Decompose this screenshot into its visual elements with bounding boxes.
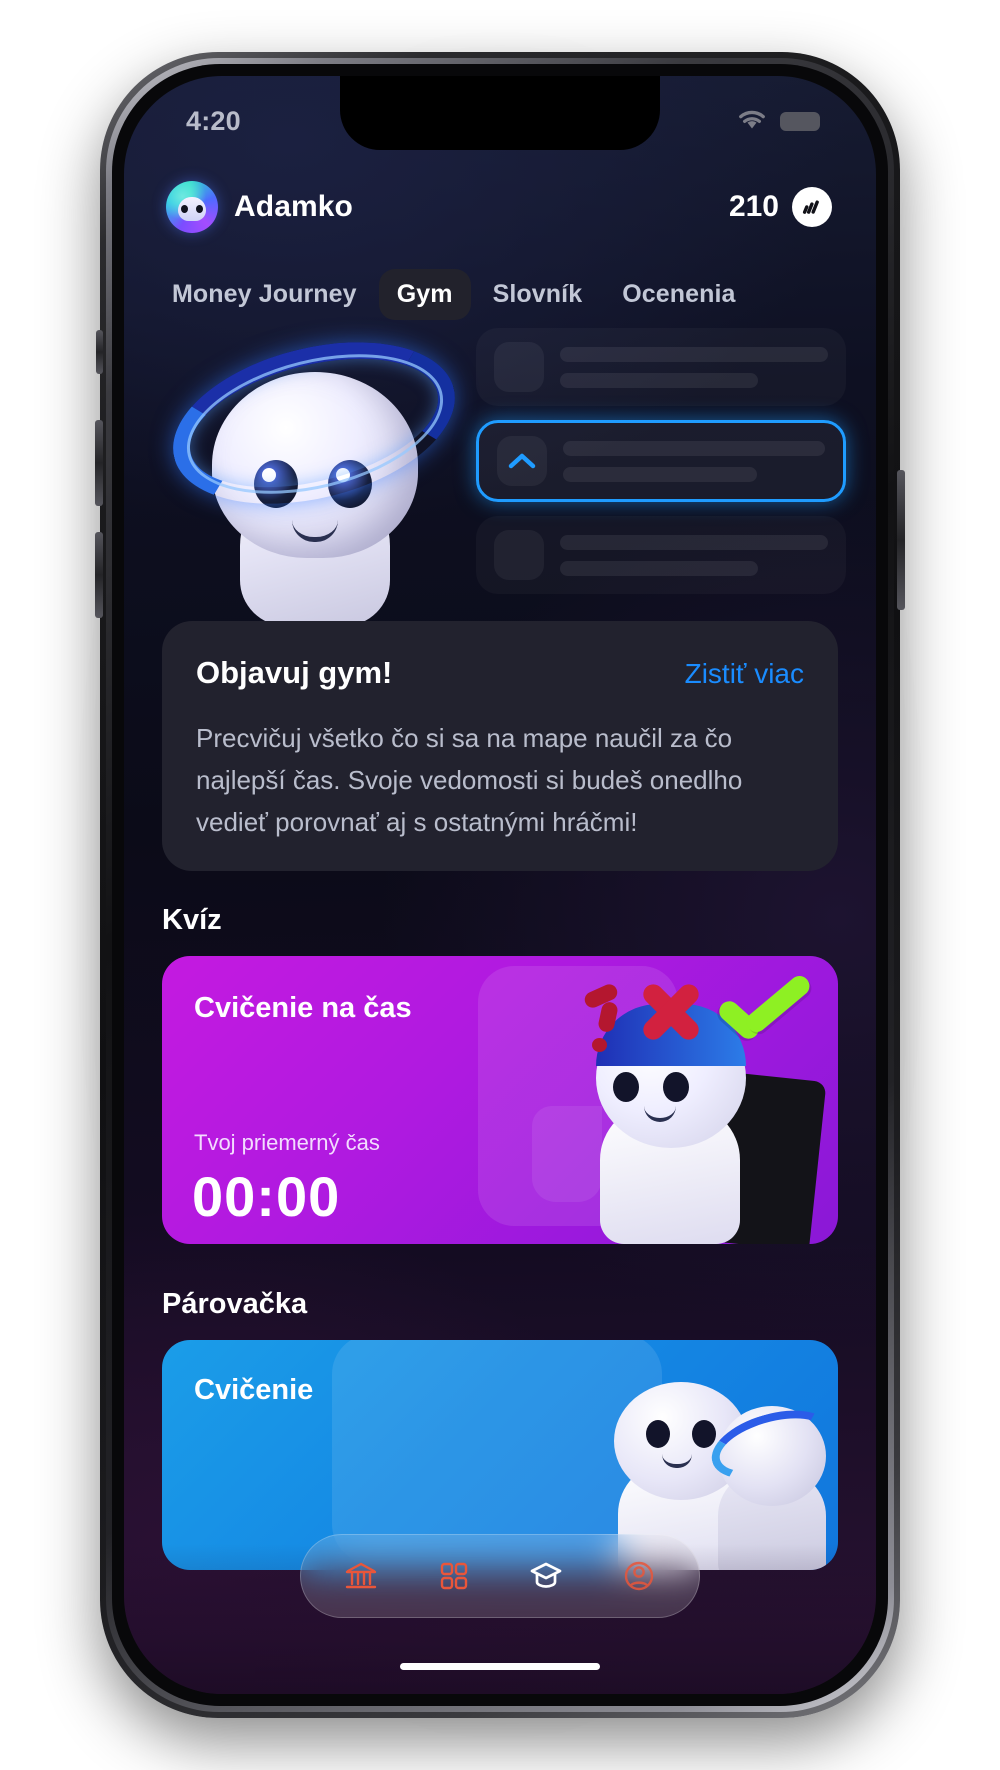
status-time: 4:20	[186, 105, 241, 136]
quiz-card[interactable]: Cvičenie na čas Tvoj priemerný čas 00:00	[162, 956, 838, 1244]
profile-icon[interactable]	[608, 1547, 670, 1605]
tab-money-journey[interactable]: Money Journey	[154, 269, 375, 320]
pair-card-title: Cvičenie	[194, 1374, 314, 1406]
grid-icon[interactable]	[423, 1547, 485, 1605]
placeholder-icon	[494, 530, 544, 580]
section-title-pair: Párovačka	[162, 1288, 308, 1320]
graduation-cap-icon[interactable]	[515, 1547, 577, 1605]
check-icon	[714, 971, 818, 1044]
battery-icon	[780, 111, 820, 131]
coin-badge-icon	[792, 187, 832, 227]
main-tabs: Money Journey Gym Slovník Ocenenia	[124, 264, 876, 324]
quiz-card-subtitle: Tvoj priemerný čas	[194, 1130, 380, 1155]
quiz-card-title: Cvičenie na čas	[194, 992, 412, 1024]
list-item-highlighted[interactable]	[476, 420, 846, 502]
tab-ocenenia[interactable]: Ocenenia	[604, 269, 753, 320]
coins-indicator[interactable]: 210	[729, 187, 832, 227]
coins-value: 210	[728, 190, 779, 223]
mascot-avatar	[156, 315, 472, 626]
learn-more-link[interactable]: Zistiť viac	[685, 658, 804, 690]
section-title-quiz: Kvíz	[162, 904, 222, 936]
wifi-icon	[736, 107, 768, 136]
screenshot-root: 4:20 Adamko 210 Money Journey Gym Slovní…	[0, 0, 1000, 1770]
info-card: Objavuj gym! Zistiť viac Precvičuj všetk…	[162, 621, 838, 871]
question-mark-icon	[578, 981, 628, 1052]
avatar-eyes	[181, 205, 203, 214]
chevron-up-icon	[497, 436, 547, 486]
skeleton-list	[476, 328, 846, 608]
username: Adamko	[234, 190, 353, 223]
mute-switch[interactable]	[96, 330, 103, 374]
bottom-tab-bar	[300, 1534, 700, 1618]
info-card-title: Objavuj gym!	[196, 655, 393, 690]
tab-slovnik[interactable]: Slovník	[475, 269, 601, 320]
volume-up-button[interactable]	[95, 420, 103, 506]
notch	[340, 76, 660, 150]
avatar[interactable]	[166, 181, 218, 233]
list-item[interactable]	[476, 516, 846, 594]
placeholder-icon	[494, 342, 544, 392]
bank-icon[interactable]	[330, 1547, 392, 1605]
quiz-mascot	[534, 971, 827, 1244]
home-indicator	[400, 1663, 600, 1670]
phone-screen: 4:20 Adamko 210 Money Journey Gym Slovní…	[124, 76, 876, 1694]
user-block[interactable]: Adamko	[166, 181, 353, 233]
list-item[interactable]	[476, 328, 846, 406]
cross-icon	[636, 978, 706, 1048]
volume-down-button[interactable]	[95, 532, 103, 618]
app-header: Adamko 210	[124, 174, 876, 240]
hero-section	[124, 315, 876, 626]
info-card-body: Precvičuj všetko čo si sa na mape naučil…	[196, 723, 743, 837]
tab-gym[interactable]: Gym	[378, 268, 471, 320]
quiz-card-time: 00:00	[192, 1165, 341, 1228]
power-button[interactable]	[897, 470, 905, 610]
